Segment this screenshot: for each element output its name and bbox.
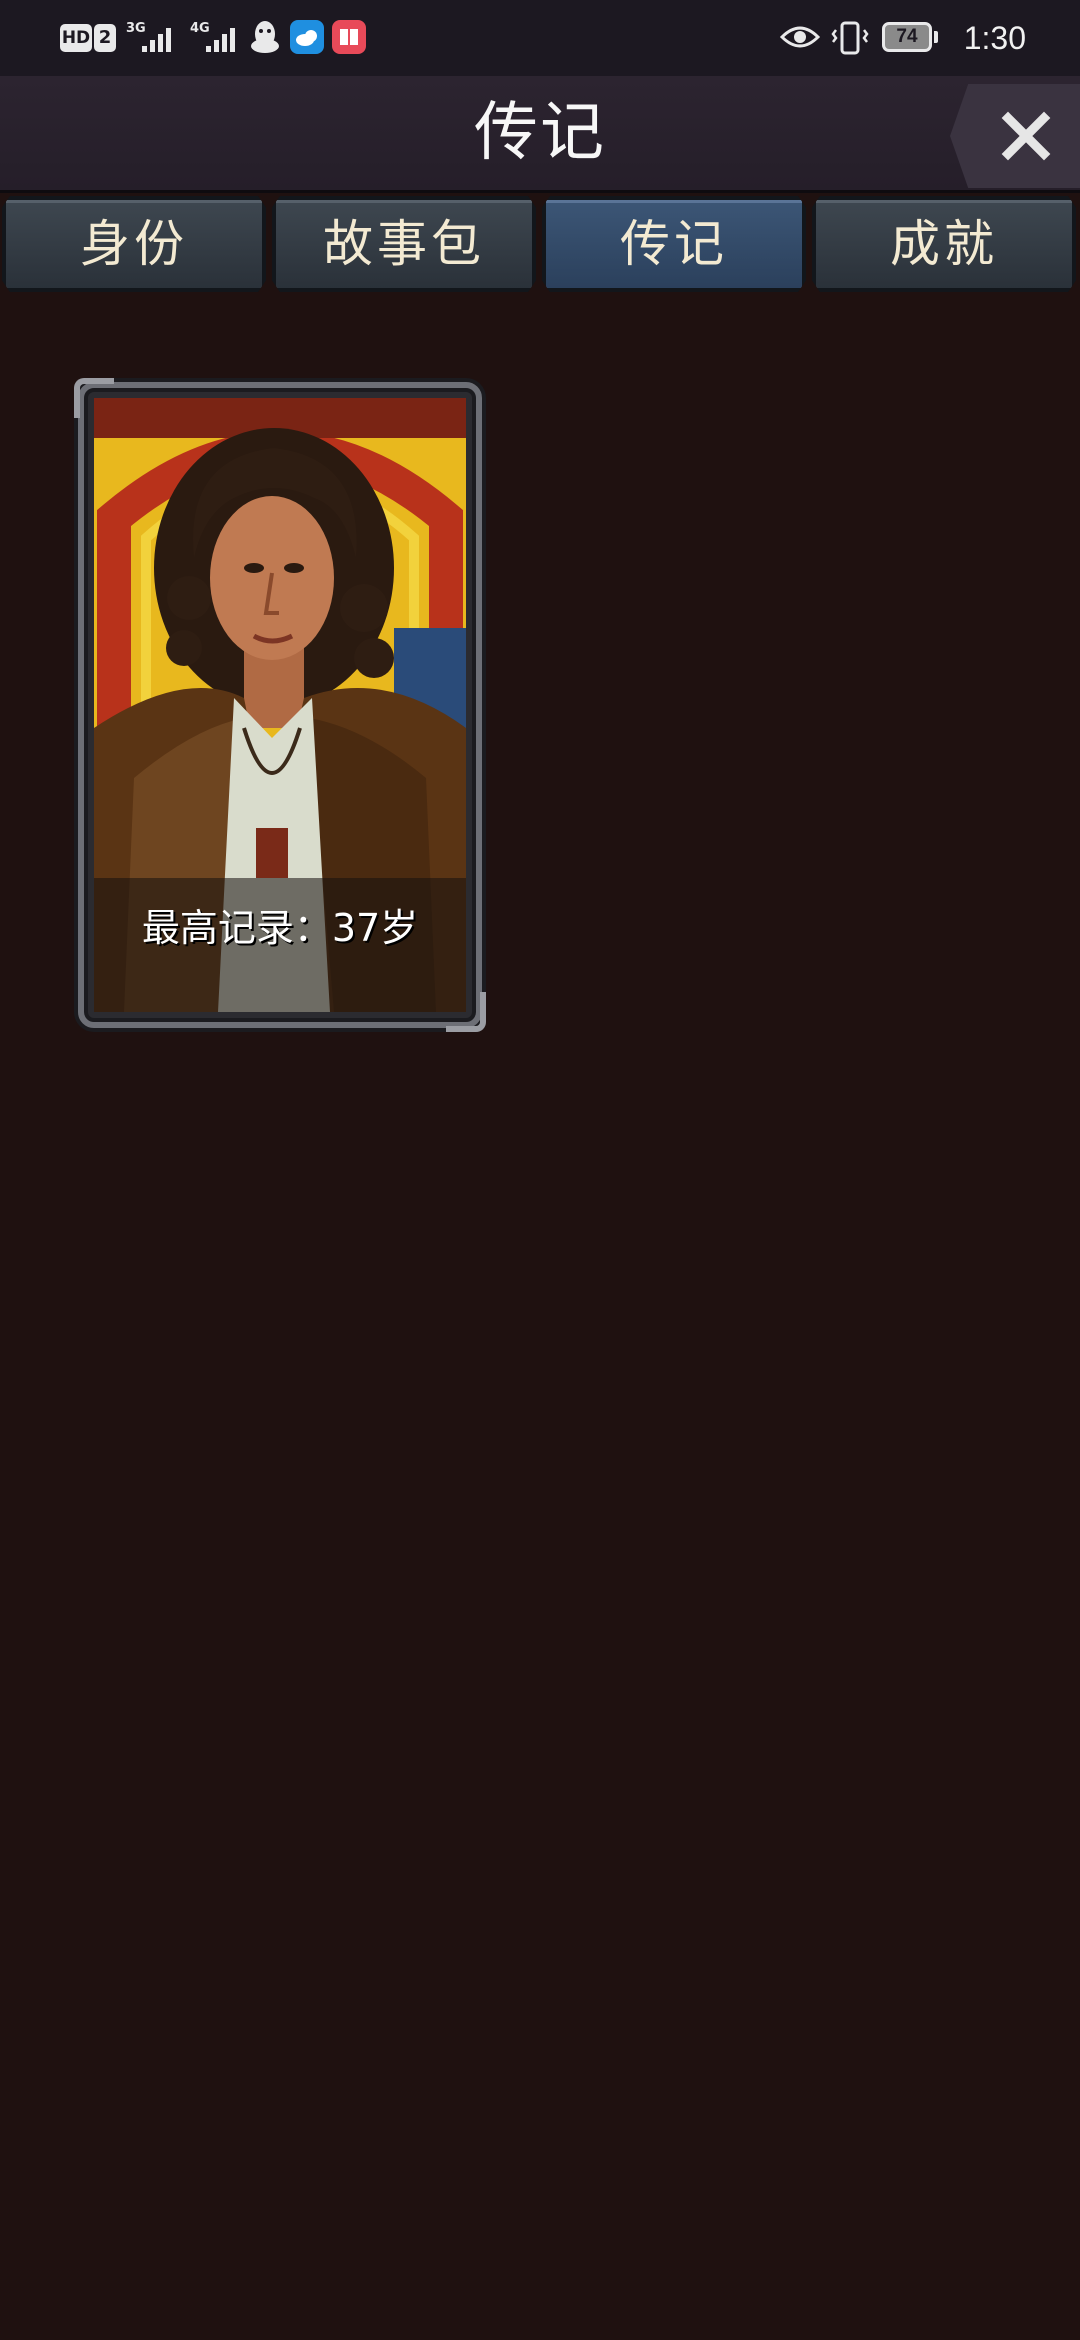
title-bar: 传记 <box>0 76 1080 193</box>
tab-label: 身份 <box>80 215 188 273</box>
vibrate-icon <box>831 21 869 55</box>
battery-tip <box>934 31 938 43</box>
tab-label: 故事包 <box>323 215 485 273</box>
eye-icon <box>780 26 820 48</box>
tab-label: 成就 <box>890 215 998 273</box>
signal-bars-2-icon <box>206 24 235 52</box>
signal-bars-1-icon <box>142 24 171 52</box>
hd-badge: HD <box>60 24 92 52</box>
close-icon[interactable] <box>996 106 1056 166</box>
book-app-icon <box>332 20 366 54</box>
tab-story-pack[interactable]: 故事包 <box>272 196 536 292</box>
qq-penguin-icon <box>251 21 279 53</box>
tab-identity[interactable]: 身份 <box>2 196 266 292</box>
battery-indicator: 74 <box>882 22 932 52</box>
clock: 1:30 <box>963 20 1026 56</box>
tab-label: 传记 <box>620 215 728 273</box>
close-button[interactable] <box>950 84 1080 188</box>
sim-number: 2 <box>94 24 116 52</box>
weather-cloud-icon <box>290 20 324 54</box>
best-record-label: 最高记录：37岁 <box>141 906 419 950</box>
portrait-image: 最高记录：37岁 <box>94 398 466 1012</box>
page-title: 传记 <box>474 96 606 170</box>
status-bar: HD 2 3G 4G 74 1:30 <box>0 0 1080 76</box>
tab-biography[interactable]: 传记 <box>542 196 806 292</box>
biography-card[interactable]: 最高记录：37岁 <box>74 378 486 1032</box>
tab-bar: 身份 故事包 传记 成就 <box>0 196 1080 292</box>
tab-achievements[interactable]: 成就 <box>812 196 1076 292</box>
